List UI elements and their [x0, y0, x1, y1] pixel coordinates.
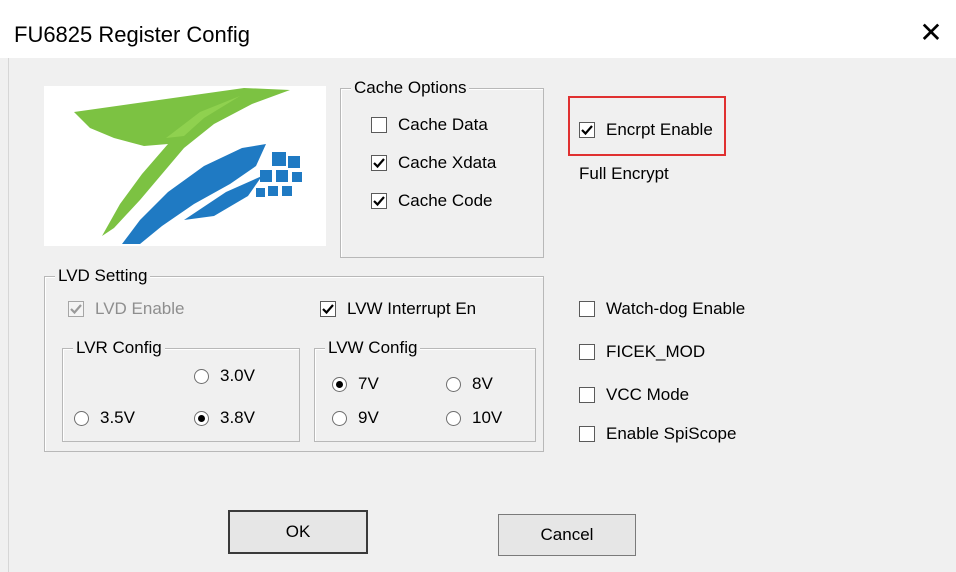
lvr-3-5v-label: 3.5V [100, 408, 135, 427]
cache-data-checkbox[interactable]: Cache Data [371, 115, 488, 135]
watchdog-enable-checkbox[interactable]: Watch-dog Enable [579, 299, 745, 319]
enable-spiscope-label: Enable SpiScope [606, 424, 737, 443]
register-config-dialog: FU6825 Register Config ✕ Cache Options C… [0, 0, 956, 572]
title-bar: FU6825 Register Config ✕ [0, 0, 956, 58]
cache-xdata-checkbox[interactable]: Cache Xdata [371, 153, 496, 173]
ok-button-label: OK [285, 522, 311, 541]
radio-circle [194, 368, 209, 384]
close-icon[interactable]: ✕ [916, 18, 946, 48]
encrypt-enable-checkbox[interactable]: Encrpt Enable [579, 120, 713, 140]
cache-code-label: Cache Code [398, 191, 493, 210]
lvw-9v-label: 9V [358, 408, 379, 427]
cancel-button[interactable]: Cancel [498, 514, 636, 556]
window-border [8, 58, 9, 572]
checkbox-box [371, 193, 387, 209]
checkmark-icon [70, 304, 82, 315]
lvw-config-label: LVW Config [325, 337, 421, 359]
lvw-7v-radio[interactable]: 7V [332, 374, 379, 394]
lvw-8v-radio[interactable]: 8V [446, 374, 493, 394]
checkbox-box [579, 301, 595, 317]
cache-options-label: Cache Options [351, 77, 470, 99]
lvr-3-0v-radio[interactable]: 3.0V [194, 366, 255, 386]
window-title: FU6825 Register Config [14, 22, 251, 47]
cache-options-group: Cache Options [340, 77, 544, 258]
checkmark-icon [581, 125, 593, 136]
cache-xdata-label: Cache Xdata [398, 153, 497, 172]
radio-circle [74, 410, 89, 426]
lvd-enable-label: LVD Enable [95, 299, 185, 318]
encrypt-enable-label: Encrpt Enable [606, 120, 713, 139]
checkbox-box [371, 117, 387, 133]
checkbox-box [579, 344, 595, 360]
lvw-10v-radio[interactable]: 10V [446, 408, 502, 428]
cache-code-checkbox[interactable]: Cache Code [371, 191, 493, 211]
lvr-3-8v-label: 3.8V [220, 408, 255, 427]
lvw-interrupt-label: LVW Interrupt En [347, 299, 477, 318]
lvw-8v-label: 8V [472, 374, 493, 393]
checkbox-box [579, 426, 595, 442]
lvw-10v-label: 10V [472, 408, 503, 427]
lvw-interrupt-checkbox[interactable]: LVW Interrupt En [320, 299, 476, 319]
lvw-9v-radio[interactable]: 9V [332, 408, 379, 428]
checkmark-icon [322, 304, 334, 315]
lvr-3-0v-label: 3.0V [220, 366, 255, 385]
lvw-7v-label: 7V [358, 374, 379, 393]
lvr-3-5v-radio[interactable]: 3.5V [74, 408, 135, 428]
cache-data-label: Cache Data [398, 115, 488, 134]
radio-circle [446, 376, 461, 392]
checkmark-icon [373, 158, 385, 169]
checkbox-box [320, 301, 336, 317]
radio-circle [332, 410, 347, 426]
checkbox-box [371, 155, 387, 171]
company-logo [44, 86, 326, 246]
lvd-setting-label: LVD Setting [55, 265, 151, 287]
ficek-mod-checkbox[interactable]: FICEK_MOD [579, 342, 705, 362]
lvd-enable-checkbox[interactable]: LVD Enable [68, 299, 184, 319]
radio-circle-selected [332, 376, 347, 392]
radio-circle-selected [194, 410, 209, 426]
radio-circle [446, 410, 461, 426]
lvr-3-8v-radio[interactable]: 3.8V [194, 408, 255, 428]
vcc-mode-checkbox[interactable]: VCC Mode [579, 385, 689, 405]
checkbox-box [579, 387, 595, 403]
watchdog-enable-label: Watch-dog Enable [606, 299, 746, 318]
ok-button[interactable]: OK [228, 510, 368, 554]
ficek-mod-label: FICEK_MOD [606, 342, 706, 361]
encrypt-mode-text: Full Encrypt [579, 164, 669, 183]
checkbox-box [68, 301, 84, 317]
enable-spiscope-checkbox[interactable]: Enable SpiScope [579, 424, 736, 444]
lvr-config-label: LVR Config [73, 337, 165, 359]
checkbox-box [579, 122, 595, 138]
cancel-button-label: Cancel [540, 525, 594, 544]
vcc-mode-label: VCC Mode [606, 385, 690, 404]
checkmark-icon [373, 196, 385, 207]
